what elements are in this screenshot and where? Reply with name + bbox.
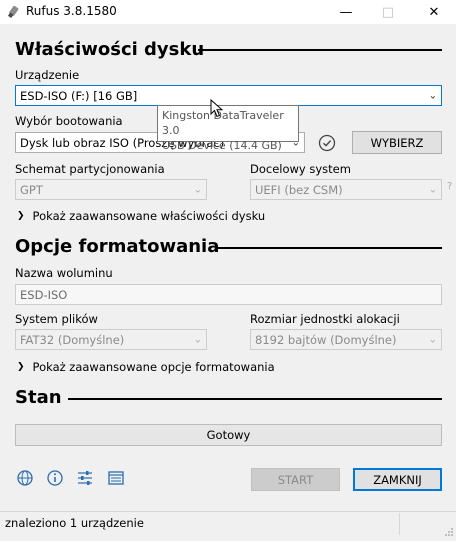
- target-system-select: UEFI (bez CSM) ⌄: [250, 179, 442, 200]
- cluster-size-select: 8192 bajtów (Domyślne) ⌄: [250, 329, 442, 350]
- chevron-down-icon: ⌄: [428, 184, 437, 195]
- partition-scheme-value: GPT: [20, 182, 43, 197]
- log-icon[interactable]: [106, 468, 126, 488]
- advanced-drive-label: Pokaż zaawansowane właściwości dysku: [32, 209, 266, 223]
- chevron-down-icon: ❯: [17, 211, 25, 221]
- checksum-check-icon[interactable]: [317, 133, 337, 153]
- cluster-size-label: Rozmiar jednostki alokacji: [250, 312, 400, 326]
- chevron-down-icon: ⌄: [428, 90, 437, 101]
- target-system-label: Docelowy system: [250, 162, 351, 176]
- volume-label-value: ESD-ISO: [20, 287, 68, 302]
- file-system-select: FAT32 (Domyślne) ⌄: [15, 329, 207, 350]
- maximize-icon: □: [381, 4, 395, 20]
- info-icon[interactable]: [45, 468, 65, 488]
- cluster-size-value: 8192 bajtów (Domyślne): [255, 332, 397, 347]
- select-image-button[interactable]: WYBIERZ: [352, 131, 442, 154]
- close-button[interactable]: ZAMKNIJ: [353, 468, 442, 491]
- volume-label-input[interactable]: ESD-ISO: [15, 284, 442, 305]
- partition-scheme-label: Schemat partycjonowania: [15, 162, 165, 176]
- target-help-icon[interactable]: ?: [447, 181, 452, 192]
- mouse-cursor-icon: [210, 98, 224, 119]
- globe-icon[interactable]: [15, 468, 35, 488]
- progress-text: Gotowy: [206, 428, 251, 442]
- settings-sliders-icon[interactable]: [75, 468, 95, 488]
- chevron-down-icon: ⌄: [193, 334, 202, 345]
- volume-label-label: Nazwa woluminu: [15, 266, 113, 280]
- file-system-label: System plików: [15, 312, 98, 326]
- status-heading: Stan: [15, 387, 62, 408]
- usb-drive-icon: [6, 4, 20, 19]
- advanced-format-toggle[interactable]: ❯ Pokaż zaawansowane opcje formatowania: [17, 360, 275, 374]
- device-label: Urządzenie: [15, 68, 80, 82]
- resize-grip-icon[interactable]: [444, 522, 454, 536]
- tooltip-line-2: USB Device (14.4 GB): [162, 139, 282, 152]
- chevron-down-icon: ⌄: [428, 334, 437, 345]
- section-divider: [68, 398, 442, 400]
- status-bar-divider: [399, 513, 400, 535]
- file-system-value: FAT32 (Domyślne): [20, 332, 125, 347]
- device-select[interactable]: ESD-ISO (F:) [16 GB] ⌄: [15, 85, 442, 106]
- chevron-down-icon: ⌄: [193, 184, 202, 195]
- drive-properties-heading: Właściwości dysku: [15, 39, 205, 60]
- maximize-button: □: [368, 0, 408, 24]
- boot-selection-label: Wybór bootowania: [15, 114, 123, 128]
- chevron-down-icon: ❯: [17, 362, 25, 372]
- close-icon: ✕: [428, 4, 440, 20]
- progress-bar: Gotowy: [15, 424, 442, 446]
- minimize-button[interactable]: —: [326, 0, 366, 24]
- status-bar-text: znaleziono 1 urządzenie: [5, 516, 144, 530]
- start-button: START: [251, 468, 340, 491]
- section-divider: [198, 49, 442, 51]
- target-system-value: UEFI (bez CSM): [255, 182, 343, 197]
- tooltip-line-1: Kingston DataTraveler 3.0: [162, 109, 284, 137]
- close-window-button[interactable]: ✕: [414, 0, 454, 24]
- device-tooltip: Kingston DataTraveler 3.0 USB Device (14…: [157, 105, 299, 152]
- format-options-heading: Opcje formatowania: [15, 236, 220, 257]
- partition-scheme-select: GPT ⌄: [15, 179, 207, 200]
- window-title: Rufus 3.8.1580: [26, 4, 117, 18]
- advanced-format-label: Pokaż zaawansowane opcje formatowania: [32, 360, 275, 374]
- device-value: ESD-ISO (F:) [16 GB]: [20, 88, 138, 103]
- minimize-icon: —: [339, 4, 353, 20]
- section-divider: [216, 247, 442, 249]
- advanced-drive-toggle[interactable]: ❯ Pokaż zaawansowane właściwości dysku: [17, 209, 265, 223]
